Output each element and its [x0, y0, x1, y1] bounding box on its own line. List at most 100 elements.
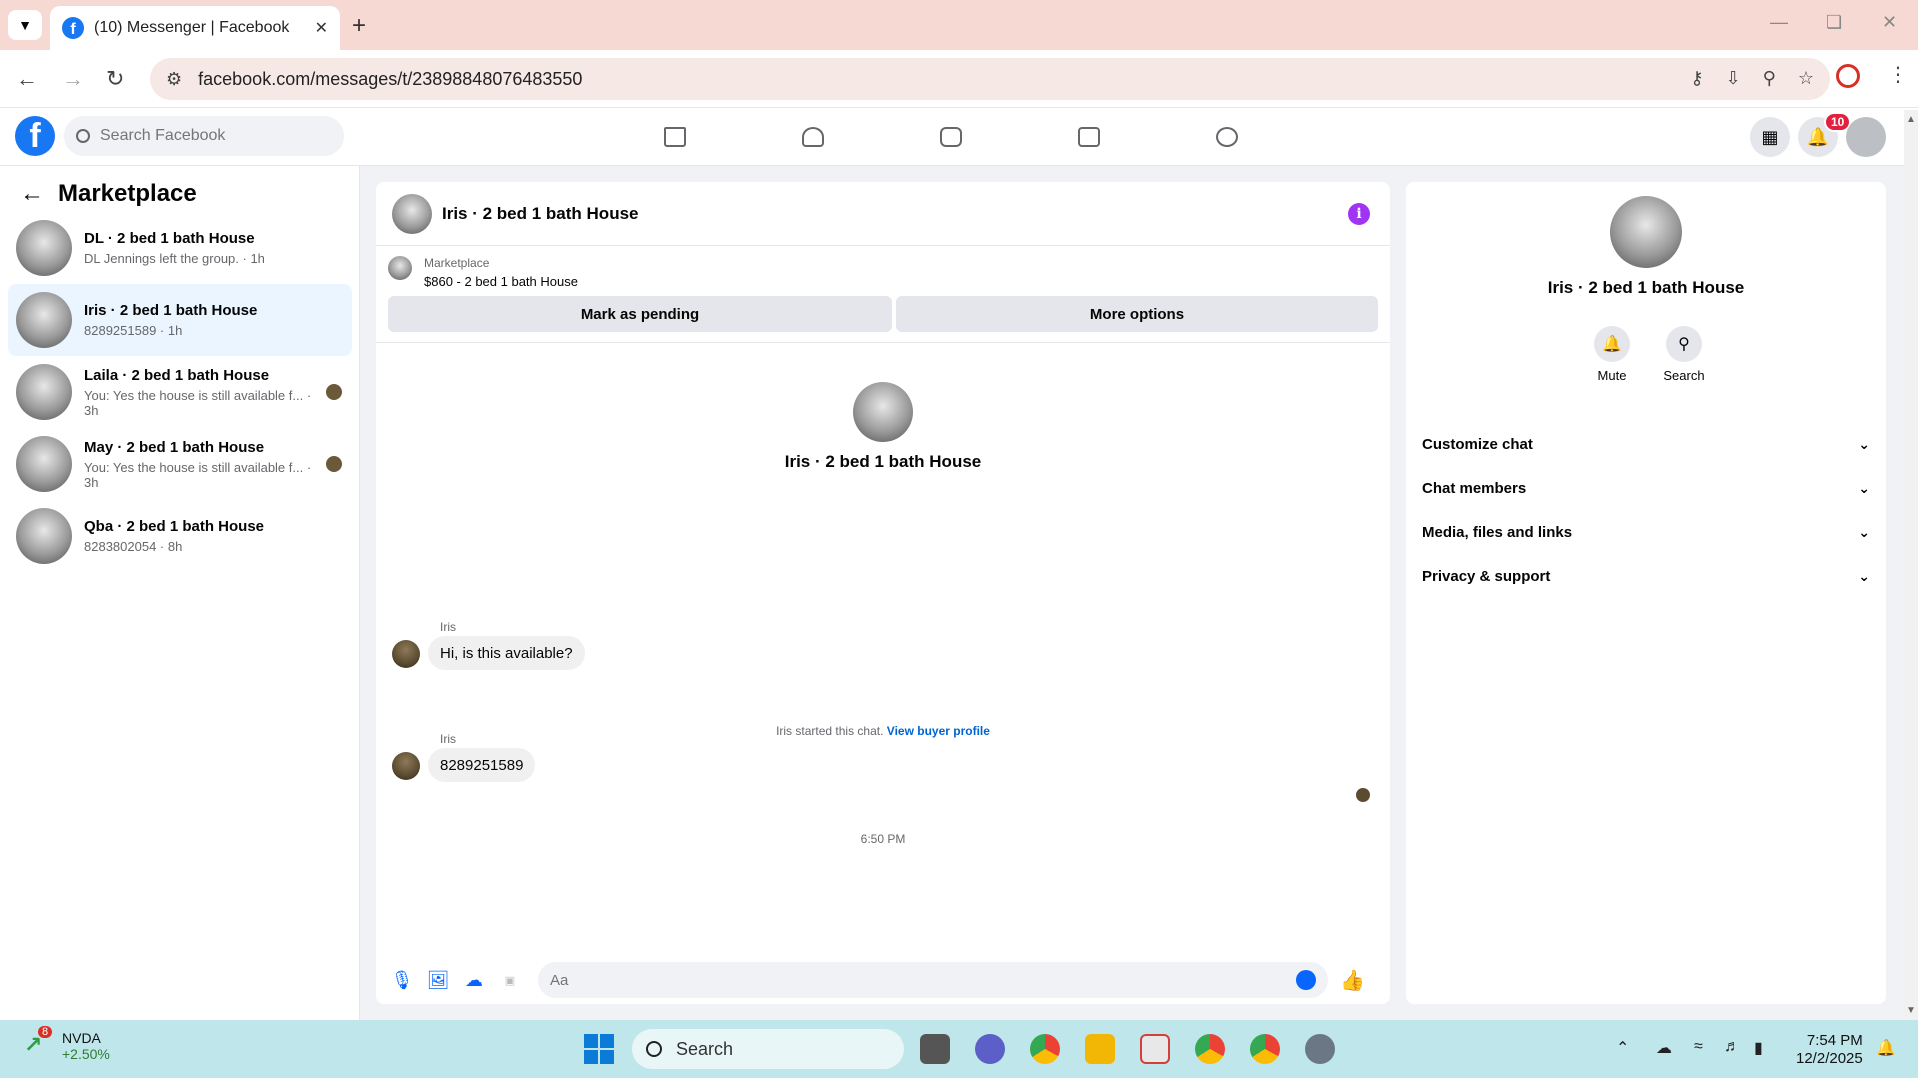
- task-view-icon[interactable]: [920, 1034, 950, 1064]
- facebook-search-input[interactable]: [100, 127, 300, 145]
- browser-tab[interactable]: f (10) Messenger | Facebook ✕: [50, 6, 340, 50]
- page-scrollbar[interactable]: ▲ ▼: [1904, 110, 1918, 1020]
- chevron-down-icon: ⌄: [1858, 479, 1870, 496]
- settings-gear-icon[interactable]: [1305, 1034, 1335, 1064]
- message-sender: Iris: [440, 620, 456, 634]
- system-clock[interactable]: 7:54 PM 12/2/2025: [1796, 1032, 1863, 1068]
- view-buyer-profile-link[interactable]: View buyer profile: [887, 724, 990, 738]
- reload-icon[interactable]: ↻: [106, 66, 124, 92]
- avatar: [16, 220, 72, 276]
- emoji-icon[interactable]: [1296, 970, 1316, 990]
- new-tab-button[interactable]: +: [352, 12, 366, 40]
- window-close-icon[interactable]: ✕: [1882, 12, 1897, 33]
- browser-profile-icon[interactable]: [1836, 64, 1860, 88]
- battery-icon[interactable]: ▮: [1754, 1038, 1763, 1058]
- password-key-icon[interactable]: ⚷: [1690, 68, 1703, 89]
- menu-grid-icon[interactable]: ▦: [1750, 117, 1790, 157]
- mute-button[interactable]: 🔔 Mute: [1582, 326, 1642, 383]
- scroll-up-icon[interactable]: ▲: [1906, 114, 1916, 125]
- notification-bell-icon[interactable]: 🔔: [1876, 1038, 1896, 1058]
- video-nav-icon[interactable]: [936, 122, 966, 152]
- message-bubble[interactable]: 8289251589: [428, 748, 536, 782]
- tab-search-button[interactable]: ▼: [8, 10, 42, 40]
- panel-title: Marketplace: [58, 180, 197, 207]
- facebook-search-box[interactable]: [64, 116, 344, 156]
- sender-avatar[interactable]: [392, 640, 420, 668]
- bell-icon: 🔔: [1594, 326, 1630, 362]
- stock-widget[interactable]: ↗ 8 NVDA +2.50%: [24, 1026, 110, 1062]
- minimize-icon[interactable]: —: [1770, 12, 1788, 33]
- marketplace-nav-icon[interactable]: [1074, 122, 1104, 152]
- media-files-links-row[interactable]: Media, files and links ⌄: [1422, 512, 1870, 552]
- microphone-icon[interactable]: 🎙: [390, 968, 414, 992]
- snipping-tool-icon[interactable]: [1140, 1034, 1170, 1064]
- gif-icon[interactable]: ▣: [498, 968, 522, 992]
- conversation-item[interactable]: Qba · 2 bed 1 bath House 8283802054 · 8h: [8, 500, 352, 572]
- chevron-up-icon[interactable]: ⌃: [1616, 1038, 1629, 1058]
- chat-avatar[interactable]: [392, 193, 432, 234]
- chat-intro: Iris · 2 bed 1 bath House: [376, 382, 1390, 472]
- conversation-name: DL · 2 bed 1 bath House: [84, 230, 255, 247]
- conversation-preview: 8283802054 · 8h: [84, 539, 183, 554]
- file-explorer-icon[interactable]: [1085, 1034, 1115, 1064]
- conversation-preview: 8289251589 · 1h: [84, 323, 183, 338]
- wifi-icon[interactable]: ≈: [1694, 1038, 1703, 1056]
- conversation-item[interactable]: DL · 2 bed 1 bath House DL Jennings left …: [8, 212, 352, 284]
- conversation-item[interactable]: May · 2 bed 1 bath House You: Yes the hou…: [8, 428, 352, 500]
- facebook-logo-icon[interactable]: f: [15, 116, 55, 156]
- sticker-icon[interactable]: ☁: [462, 968, 486, 992]
- zoom-icon[interactable]: ⚲: [1763, 68, 1776, 89]
- avatar: [16, 436, 72, 492]
- message-input[interactable]: [538, 962, 1328, 998]
- listing-title: $860 - 2 bed 1 bath House: [424, 274, 578, 289]
- customize-chat-row[interactable]: Customize chat ⌄: [1422, 424, 1870, 464]
- thumbs-up-icon[interactable]: 👍: [1340, 968, 1365, 993]
- close-tab-icon[interactable]: ✕: [315, 18, 328, 38]
- profile-avatar[interactable]: [1610, 196, 1682, 268]
- intro-avatar[interactable]: [853, 382, 913, 442]
- profile-name: Iris · 2 bed 1 bath House: [1547, 278, 1745, 297]
- chat-members-row[interactable]: Chat members ⌄: [1422, 468, 1870, 508]
- install-app-icon[interactable]: ⇩: [1726, 68, 1741, 89]
- friends-nav-icon[interactable]: [798, 122, 828, 152]
- bookmark-star-icon[interactable]: ☆: [1798, 68, 1814, 89]
- chat-info-panel: Iris · 2 bed 1 bath House 🔔 Mute ⚲ Searc…: [1406, 182, 1886, 1004]
- home-nav-icon[interactable]: [660, 122, 690, 152]
- back-arrow-icon[interactable]: ←: [20, 180, 44, 208]
- chat-title[interactable]: Iris · 2 bed 1 bath House: [442, 204, 1348, 224]
- conversation-name: Qba · 2 bed 1 bath House: [84, 518, 265, 535]
- site-settings-icon[interactable]: ⚙: [166, 69, 182, 90]
- taskbar-search[interactable]: Search: [632, 1029, 904, 1069]
- attach-image-icon[interactable]: 🖼: [426, 968, 450, 992]
- restore-icon[interactable]: ❏: [1826, 12, 1842, 33]
- marketplace-header: ← Marketplace: [20, 180, 197, 208]
- start-windows-icon[interactable]: [584, 1034, 614, 1064]
- chrome-icon[interactable]: [1030, 1034, 1060, 1064]
- browser-menu-icon[interactable]: ⋮: [1888, 62, 1908, 87]
- avatar: [16, 292, 72, 348]
- groups-nav-icon[interactable]: [1212, 122, 1242, 152]
- conversation-item[interactable]: Laila · 2 bed 1 bath House You: Yes the h…: [8, 356, 352, 428]
- message-bubble[interactable]: Hi, is this available?: [428, 636, 585, 670]
- chrome-profile-icon[interactable]: [1195, 1034, 1225, 1064]
- chat-app-icon[interactable]: [975, 1034, 1005, 1064]
- chrome-profile-2-icon[interactable]: [1250, 1034, 1280, 1064]
- scroll-down-icon[interactable]: ▼: [1906, 1005, 1916, 1016]
- conversation-item[interactable]: Iris · 2 bed 1 bath House 8289251589 · 1h: [8, 284, 352, 356]
- privacy-support-row[interactable]: Privacy & support ⌄: [1422, 556, 1870, 596]
- volume-icon[interactable]: ♬: [1724, 1038, 1740, 1056]
- mark-as-pending-button[interactable]: Mark as pending: [388, 296, 892, 332]
- more-options-button[interactable]: More options: [896, 296, 1378, 332]
- chevron-down-icon: ⌄: [1858, 567, 1870, 584]
- back-icon[interactable]: ←: [16, 66, 38, 92]
- search-conversation-button[interactable]: ⚲ Search: [1654, 326, 1714, 383]
- avatar: [16, 364, 72, 420]
- info-icon[interactable]: i: [1348, 202, 1370, 225]
- sender-avatar[interactable]: [392, 752, 420, 780]
- url-omnibox[interactable]: ⚙ facebook.com/messages/t/23898848076483…: [150, 58, 1830, 100]
- account-avatar[interactable]: [1846, 117, 1886, 157]
- listing-info[interactable]: Marketplace $860 - 2 bed 1 bath House: [388, 256, 578, 289]
- widget-badge: 8: [38, 1026, 53, 1038]
- forward-icon[interactable]: →: [62, 66, 84, 92]
- cloud-off-icon[interactable]: ☁: [1656, 1038, 1672, 1058]
